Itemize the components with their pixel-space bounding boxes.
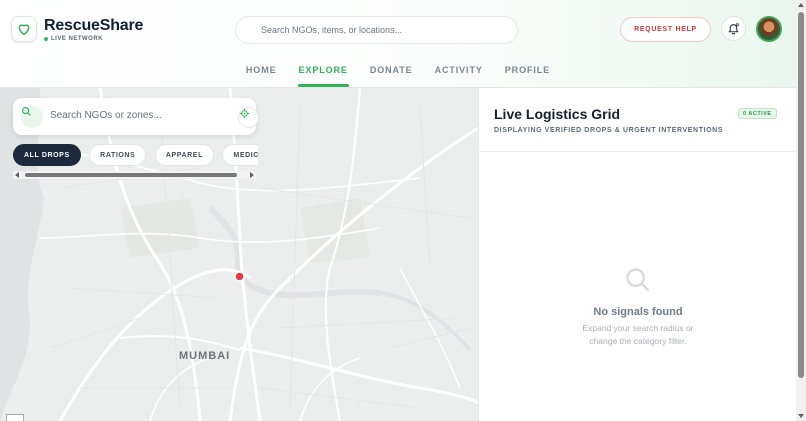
live-network-status: LIVE NETWORK: [44, 36, 103, 42]
global-search-input[interactable]: Search NGOs, items, or locations...: [235, 16, 518, 44]
chips-scroll-thumb[interactable]: [25, 173, 237, 177]
filter-rations[interactable]: RATIONS: [89, 144, 147, 166]
scroll-down-icon[interactable]: [798, 414, 804, 418]
logo-button[interactable]: [11, 16, 37, 42]
map-attribution-box: [6, 414, 24, 421]
map-search-input[interactable]: Search NGOs or zones...: [50, 110, 162, 121]
panel-title: Live Logistics Grid: [494, 106, 621, 122]
scroll-left-icon[interactable]: [15, 172, 19, 178]
map-search-box: Search NGOs or zones...: [13, 98, 259, 135]
page-scrollbar[interactable]: [796, 0, 806, 421]
filter-all-drops[interactable]: ALL DROPS: [13, 144, 81, 166]
map-view[interactable]: MUMBAI Search NGOs or zones... ALL DROPS…: [0, 88, 478, 421]
panel-subtitle: DISPLAYING VERIFIED DROPS & URGENT INTER…: [494, 127, 724, 134]
crosshair-icon: [239, 108, 250, 119]
page-scroll-thumb[interactable]: [798, 12, 804, 378]
city-label: MUMBAI: [179, 350, 231, 362]
map-search-icon-wrap: [21, 106, 43, 128]
empty-state-text: Expand your search radius or change the …: [479, 322, 797, 348]
scroll-up-icon[interactable]: [798, 3, 804, 7]
empty-state-line-2: change the category filter.: [589, 336, 687, 346]
live-network-label: LIVE NETWORK: [51, 36, 103, 42]
notifications-button[interactable]: [721, 16, 746, 41]
map-tiles: [0, 88, 478, 421]
live-dot-icon: [44, 37, 48, 41]
logistics-panel: Live Logistics Grid 0 ACTIVE DISPLAYING …: [478, 88, 797, 421]
locate-me-button[interactable]: [238, 107, 259, 128]
scroll-right-icon[interactable]: [250, 172, 254, 178]
brand-name: RescueShare: [44, 17, 144, 34]
app-header: RescueShare LIVE NETWORK Search NGOs, it…: [0, 0, 796, 88]
empty-state-title: No signals found: [593, 306, 683, 318]
filter-medical[interactable]: MEDICAL: [222, 144, 258, 166]
filter-chips: ALL DROPS RATIONS APPAREL MEDICAL: [13, 144, 258, 166]
map-marker[interactable]: [234, 271, 245, 282]
nav-explore[interactable]: EXPLORE: [297, 65, 350, 87]
search-icon: [22, 107, 31, 116]
main-nav: HOME EXPLORE DONATE ACTIVITY PROFILE: [0, 65, 796, 87]
chips-scrollbar[interactable]: [13, 171, 256, 179]
heart-icon: [18, 24, 30, 36]
nav-profile[interactable]: PROFILE: [504, 65, 551, 87]
bell-icon: [728, 23, 739, 35]
panel-header: Live Logistics Grid 0 ACTIVE DISPLAYING …: [479, 88, 797, 152]
nav-donate[interactable]: DONATE: [369, 65, 414, 87]
search-icon: [626, 268, 650, 292]
nav-activity[interactable]: ACTIVITY: [434, 65, 484, 87]
active-count-badge: 0 ACTIVE: [738, 108, 777, 119]
empty-state-line-1: Expand your search radius or: [582, 323, 694, 333]
request-help-button[interactable]: REQUEST HELP: [620, 17, 711, 42]
nav-home[interactable]: HOME: [245, 65, 278, 87]
filter-apparel[interactable]: APPAREL: [154, 144, 214, 166]
user-avatar[interactable]: [756, 16, 782, 42]
